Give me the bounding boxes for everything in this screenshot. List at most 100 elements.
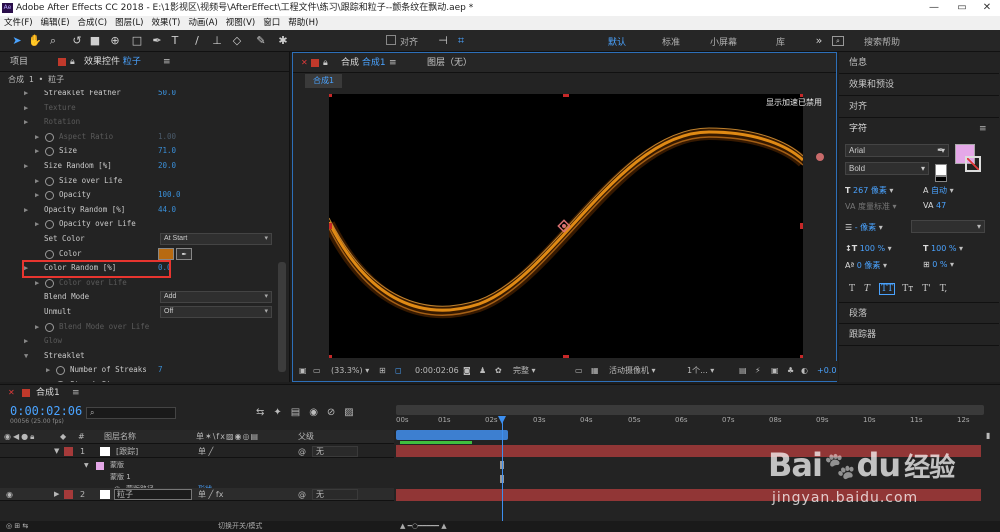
tracking-row[interactable]: VA 47 [923, 201, 946, 210]
effect-property-value[interactable]: 100.0 [158, 188, 181, 203]
stopwatch-icon[interactable] [45, 220, 54, 230]
effect-property-row[interactable]: ▶ Blend Mode over Life [0, 320, 280, 335]
effect-property-select[interactable]: Off [160, 306, 272, 318]
workspace-default[interactable]: 默认 [608, 35, 626, 48]
zoom-select[interactable]: (33.3%) ▾ [331, 361, 369, 381]
collapsed-arrow-icon[interactable]: ▶ [35, 320, 39, 335]
stopwatch-icon[interactable] [45, 191, 54, 201]
panel-paragraph[interactable]: 段落 [839, 302, 999, 324]
menu-edit[interactable]: 编辑(E) [37, 16, 74, 30]
effect-property-row[interactable]: ▶ Size over Life [0, 174, 280, 189]
mask-item-row[interactable]: 蒙版 1 [0, 471, 394, 483]
eyedropper-icon[interactable]: ✒ [176, 247, 192, 260]
visibility-icon[interactable]: ◉ [6, 488, 13, 501]
effect-property-select[interactable]: At Start [160, 233, 272, 245]
effect-property-value[interactable]: 7 [158, 363, 163, 378]
parent-select[interactable]: 无 [312, 489, 358, 500]
comp-subtab[interactable]: 合成1 [305, 74, 343, 88]
effect-property-row[interactable]: ▶ Opacity 100.0 [0, 188, 280, 203]
timeline-scroll-icon[interactable]: ▮ [986, 431, 996, 443]
selection-tool-icon[interactable]: ➤ [10, 34, 24, 48]
rotate-tool-icon[interactable]: ↺ [70, 34, 84, 48]
tab-layer-viewer[interactable]: 图层（无） [427, 53, 472, 73]
collapsed-arrow-icon[interactable]: ▶ [24, 101, 28, 116]
subscript-button[interactable]: T, [940, 284, 948, 294]
stopwatch-icon[interactable] [45, 249, 54, 259]
tsume-row[interactable]: ⊞ 0 % ▾ [923, 260, 954, 269]
viewer-timecode[interactable]: 0:00:02:06 [415, 361, 459, 381]
kerning-row[interactable]: VA 度量标准 ▾ [845, 201, 897, 212]
effect-property-value[interactable]: 71.0 [158, 144, 176, 159]
roi-icon[interactable]: ▭ [575, 361, 583, 381]
effect-property-value[interactable]: 20.0 [158, 159, 176, 174]
collapsed-arrow-icon[interactable]: ▶ [46, 378, 50, 382]
brush-tool-icon[interactable]: / [190, 34, 204, 48]
parent-pickwhip-icon[interactable]: @ [298, 488, 306, 501]
menu-window[interactable]: 窗口 [259, 16, 284, 30]
eyedropper-icon[interactable]: ✒ [937, 146, 945, 156]
show-snapshot-icon[interactable]: ♟ [479, 361, 486, 381]
comp-menu-icon[interactable]: ≡ [389, 53, 397, 73]
effect-property-row[interactable]: ▶ Streak Size [0, 378, 280, 382]
eraser-tool-icon[interactable]: ◇ [230, 34, 244, 48]
tab-timeline-comp[interactable]: 合成1 [36, 385, 60, 401]
effect-property-value[interactable]: 50.0 [158, 90, 176, 101]
exposure-value[interactable]: +0.0 [817, 361, 836, 381]
black-swatch[interactable] [935, 176, 947, 182]
clone-tool-icon[interactable]: ⊥ [210, 34, 224, 48]
effect-property-row[interactable]: ▶ Size Random [%] 20.0 [0, 159, 280, 174]
superscript-button[interactable]: T' [922, 284, 930, 294]
effect-property-row[interactable]: Set Color At Start [0, 232, 280, 247]
pan-behind-tool-icon[interactable]: ⊕ [108, 34, 122, 48]
resolution-select[interactable]: 完整 ▾ [513, 361, 536, 381]
font-size-row[interactable]: T 267 像素 ▾ [845, 185, 893, 196]
effect-property-row[interactable]: Blend Mode Add [0, 290, 280, 305]
menu-composition[interactable]: 合成(C) [74, 16, 112, 30]
effect-property-row[interactable]: ▶ Texture [0, 101, 280, 116]
transparency-grid-icon[interactable]: ▦ [591, 361, 599, 381]
mask-visibility-icon[interactable]: ◻ [395, 361, 402, 381]
effect-property-row[interactable]: Unmult Off [0, 305, 280, 320]
timeline-search-input[interactable]: ⌕ [86, 407, 176, 419]
camera-tool-icon[interactable]: ■ [88, 34, 102, 48]
footer-toggle-icons[interactable]: ◎ ⊞ ⇆ [6, 521, 28, 532]
snap-icon[interactable]: ⊣ [436, 34, 450, 48]
collapsed-arrow-icon[interactable]: ▶ [24, 90, 28, 101]
tab-project[interactable]: 项目 [10, 52, 28, 72]
stopwatch-icon[interactable] [56, 381, 65, 382]
parent-header[interactable]: 父级 [298, 430, 314, 444]
effect-property-row[interactable]: ▶ Rotation [0, 115, 280, 130]
stroke-color-swatch[interactable] [965, 156, 981, 172]
exposure-icon[interactable]: ◐ [801, 361, 808, 381]
effects-scrollbar[interactable] [278, 262, 286, 372]
collapsed-arrow-icon[interactable]: ▶ [24, 159, 28, 174]
layer-row-1[interactable]: ▼ 1 [跟踪] 单 ╱ @ 无 [0, 445, 394, 458]
collapsed-arrow-icon[interactable]: ▶ [35, 188, 39, 203]
rect-tool-icon[interactable]: □ [130, 34, 144, 48]
effect-property-select[interactable]: Add [160, 291, 272, 304]
work-area-bar[interactable] [396, 405, 984, 415]
menu-help[interactable]: 帮助(H) [284, 16, 322, 30]
workspace-small-screen[interactable]: 小屏幕 [710, 35, 737, 48]
panel-effects-presets[interactable]: 效果和预设 [839, 74, 999, 96]
menu-effect[interactable]: 效果(T) [148, 16, 185, 30]
close-button[interactable]: ✕ [974, 0, 1000, 16]
effect-property-row[interactable]: ▶ Aspect Ratio 1.00 [0, 130, 280, 145]
toggle-pixel-icon[interactable]: ▤ [739, 361, 747, 381]
collapsed-arrow-icon[interactable]: ▶ [35, 144, 39, 159]
work-area-range[interactable] [396, 430, 508, 440]
expanded-arrow-icon[interactable]: ▼ [24, 349, 28, 364]
timeline-icon[interactable]: ▣ [771, 361, 779, 381]
stroke-width-row[interactable]: ☰ - 像素 ▾ [845, 222, 883, 233]
timeline-menu-icon[interactable]: ≡ [72, 385, 80, 401]
effect-property-row[interactable]: ▶ Number of Streaks 7 [0, 363, 280, 378]
snap-grid-icon[interactable]: ⌗ [454, 34, 468, 48]
leading-row[interactable]: A 自动 ▾ [923, 185, 954, 196]
menu-view[interactable]: 视图(V) [222, 16, 259, 30]
tab-effect-controls[interactable]: 效果控件 粒子 [84, 52, 141, 72]
zoom-tool-icon[interactable]: ⌕ [46, 34, 60, 48]
menu-file[interactable]: 文件(F) [0, 16, 37, 30]
camera-select[interactable]: 活动摄像机 ▾ [609, 361, 656, 381]
effect-property-row[interactable]: ▶ Streaklet Feather 50.0 [0, 90, 280, 101]
workspace-library[interactable]: 库 [776, 35, 785, 48]
